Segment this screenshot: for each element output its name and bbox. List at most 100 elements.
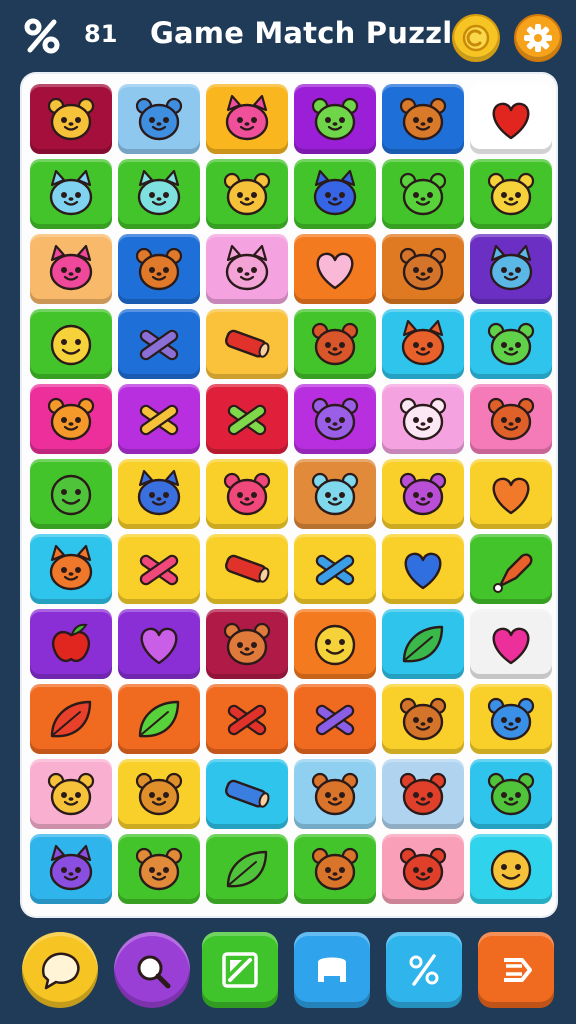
tile-r11-c1[interactable] — [30, 834, 112, 904]
tile-r4-c5[interactable] — [382, 309, 464, 379]
discount-button[interactable] — [386, 932, 462, 1008]
tile-r10-c1[interactable] — [30, 759, 112, 829]
edit-button[interactable] — [202, 932, 278, 1008]
tile-r9-c4[interactable] — [294, 684, 376, 754]
tile-r7-c2[interactable] — [118, 534, 200, 604]
tile-r9-c2[interactable] — [118, 684, 200, 754]
tile-r5-c1[interactable] — [30, 384, 112, 454]
tile-r9-c5[interactable] — [382, 684, 464, 754]
tile-r5-c5[interactable] — [382, 384, 464, 454]
sticks-icon — [139, 329, 179, 361]
tile-r11-c5[interactable] — [382, 834, 464, 904]
moves-counter: 81 — [84, 20, 118, 48]
tile-r7-c6[interactable] — [470, 534, 552, 604]
tile-r5-c2[interactable] — [118, 384, 200, 454]
percent-button[interactable] — [20, 14, 64, 58]
tile-r9-c3[interactable] — [206, 684, 288, 754]
bear-icon — [223, 622, 271, 666]
inventory-button[interactable] — [294, 932, 370, 1008]
heart-icon — [492, 477, 530, 515]
tile-r1-c5[interactable] — [382, 84, 464, 154]
tile-r8-c6[interactable] — [470, 609, 552, 679]
cat-icon — [137, 169, 181, 216]
tile-r8-c5[interactable] — [382, 609, 464, 679]
tile-r9-c6[interactable] — [470, 684, 552, 754]
tile-r1-c4[interactable] — [294, 84, 376, 154]
tile-r2-c3[interactable] — [206, 159, 288, 229]
tile-r9-c1[interactable] — [30, 684, 112, 754]
menu-lines-icon — [504, 958, 532, 982]
tile-r5-c6[interactable] — [470, 384, 552, 454]
tile-r6-c3[interactable] — [206, 459, 288, 529]
tile-r5-c3[interactable] — [206, 384, 288, 454]
tile-r8-c1[interactable] — [30, 609, 112, 679]
bear-icon — [399, 97, 447, 141]
bear-icon — [487, 397, 535, 441]
sticks-icon — [139, 404, 179, 436]
tile-r11-c6[interactable] — [470, 834, 552, 904]
tile-r3-c1[interactable] — [30, 234, 112, 304]
bear-icon — [311, 472, 359, 516]
tile-r11-c2[interactable] — [118, 834, 200, 904]
heart-icon — [492, 627, 530, 665]
tile-r1-c6[interactable] — [470, 84, 552, 154]
tile-r10-c2[interactable] — [118, 759, 200, 829]
tile-r6-c2[interactable] — [118, 459, 200, 529]
tile-r10-c6[interactable] — [470, 759, 552, 829]
tile-r2-c1[interactable] — [30, 159, 112, 229]
tile-r2-c2[interactable] — [118, 159, 200, 229]
tile-r6-c1[interactable] — [30, 459, 112, 529]
tile-r6-c4[interactable] — [294, 459, 376, 529]
bear-icon — [47, 772, 95, 816]
bear-icon — [223, 172, 271, 216]
tile-r11-c4[interactable] — [294, 834, 376, 904]
tile-r3-c3[interactable] — [206, 234, 288, 304]
tile-r10-c4[interactable] — [294, 759, 376, 829]
tile-r10-c3[interactable] — [206, 759, 288, 829]
percent-icon — [409, 954, 439, 986]
settings-button[interactable] — [514, 14, 562, 62]
percent-icon — [24, 18, 60, 54]
cat-icon — [489, 244, 533, 291]
tile-r3-c5[interactable] — [382, 234, 464, 304]
tile-r1-c3[interactable] — [206, 84, 288, 154]
tile-r7-c3[interactable] — [206, 534, 288, 604]
coin-button[interactable] — [452, 14, 500, 62]
tile-r2-c5[interactable] — [382, 159, 464, 229]
tile-r4-c2[interactable] — [118, 309, 200, 379]
tile-r2-c6[interactable] — [470, 159, 552, 229]
tile-r3-c4[interactable] — [294, 234, 376, 304]
magnifier-icon — [137, 955, 171, 989]
tile-r8-c3[interactable] — [206, 609, 288, 679]
search-button[interactable] — [114, 932, 190, 1008]
tile-r7-c1[interactable] — [30, 534, 112, 604]
tile-r4-c3[interactable] — [206, 309, 288, 379]
leaf-icon — [138, 700, 180, 738]
bear-icon — [399, 247, 447, 291]
tile-r2-c4[interactable] — [294, 159, 376, 229]
tile-r4-c6[interactable] — [470, 309, 552, 379]
cat-icon — [401, 319, 445, 366]
tile-r4-c4[interactable] — [294, 309, 376, 379]
tile-r8-c2[interactable] — [118, 609, 200, 679]
tile-r7-c5[interactable] — [382, 534, 464, 604]
tile-r5-c4[interactable] — [294, 384, 376, 454]
tile-r4-c1[interactable] — [30, 309, 112, 379]
tile-r8-c4[interactable] — [294, 609, 376, 679]
tile-r7-c4[interactable] — [294, 534, 376, 604]
tile-r6-c6[interactable] — [470, 459, 552, 529]
bear-icon — [399, 172, 447, 216]
tile-r10-c5[interactable] — [382, 759, 464, 829]
tile-r3-c2[interactable] — [118, 234, 200, 304]
bear-icon — [47, 97, 95, 141]
cat-icon — [49, 844, 93, 891]
chat-button[interactable] — [22, 932, 98, 1008]
tile-r3-c6[interactable] — [470, 234, 552, 304]
tile-r11-c3[interactable] — [206, 834, 288, 904]
cat-icon — [225, 94, 269, 141]
leaf-icon — [50, 700, 92, 738]
menu-button[interactable] — [478, 932, 554, 1008]
tile-r6-c5[interactable] — [382, 459, 464, 529]
tile-r1-c1[interactable] — [30, 84, 112, 154]
tile-r1-c2[interactable] — [118, 84, 200, 154]
